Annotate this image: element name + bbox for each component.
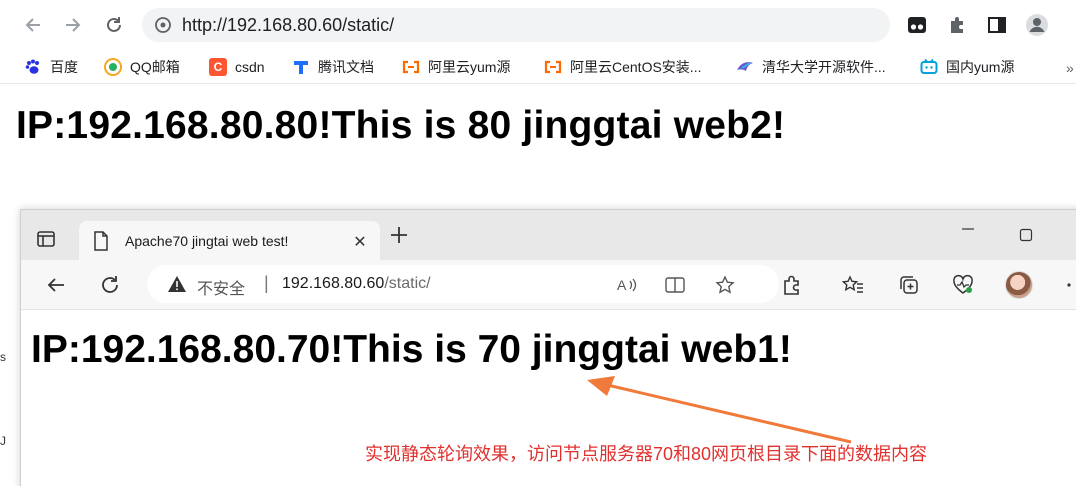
edge-toolbar: 不安全 | 192.168.80.60/static/ A: [21, 260, 1076, 310]
puzzle-icon: [784, 275, 799, 295]
aliyun-icon: [544, 58, 562, 76]
collections-button[interactable]: [896, 272, 922, 298]
tencent-docs-icon: [292, 58, 310, 76]
tab-strip: Apache70 jingtai web test! ✕: [21, 210, 1076, 261]
arrow-left-icon: [25, 18, 40, 32]
bookmark-label: 腾讯文档: [318, 59, 374, 75]
svg-text:A: A: [617, 277, 627, 293]
bookmark-item[interactable]: 百度: [24, 56, 78, 78]
glasses-icon: [908, 17, 926, 33]
reload-icon: [102, 276, 118, 293]
bookmark-label: 国内yum源: [946, 59, 1015, 75]
bilibili-tv-icon: [920, 58, 938, 76]
browser-essentials-button[interactable]: [950, 272, 976, 298]
warning-icon[interactable]: [167, 274, 187, 299]
bookmark-label: 百度: [50, 59, 78, 75]
page-heading: IP:192.168.80.70!This is 70 jinggtai web…: [31, 328, 792, 371]
address-bar[interactable]: 不安全 | 192.168.80.60/static/ A: [147, 265, 779, 303]
bookmarks-bar: 百度 QQ邮箱 C csdn 腾讯文档 阿里云yum源 阿里云CentOS安装.…: [0, 50, 1076, 84]
annotation-text: 实现静态轮询效果，访问节点服务器70和80网页根目录下面的数据内容: [365, 444, 928, 464]
star-icon[interactable]: [714, 274, 736, 296]
bookmark-label: csdn: [235, 59, 265, 75]
bookmark-item[interactable]: 阿里云yum源: [402, 56, 510, 78]
back-button[interactable]: [18, 10, 48, 40]
url-host: 192.168.80.60: [282, 275, 385, 292]
qq-mail-icon: [104, 58, 122, 76]
site-info-icon[interactable]: [146, 16, 180, 34]
edge-window: Apache70 jingtai web test! ✕ 不安全 | 192.1…: [20, 209, 1076, 486]
minimize-icon: [962, 228, 974, 230]
favorites-icon: [842, 275, 863, 293]
forward-button[interactable]: [58, 10, 88, 40]
bookmark-label: 阿里云CentOS安装...: [570, 59, 702, 75]
extension-button[interactable]: [902, 10, 932, 40]
left-edge-fragment: s: [0, 350, 6, 364]
side-panel-icon: [988, 17, 1006, 33]
plus-icon: [391, 227, 407, 243]
aliyun-icon: [402, 58, 420, 76]
reload-icon: [107, 17, 121, 32]
tab-actions-icon: [37, 231, 55, 247]
bookmarks-overflow-button[interactable]: »: [1066, 60, 1074, 76]
address-url[interactable]: http://192.168.80.60/static/: [182, 15, 394, 36]
tab-actions-button[interactable]: [35, 228, 57, 250]
favorites-button[interactable]: [840, 272, 866, 298]
side-panel-button[interactable]: [982, 10, 1012, 40]
read-aloud-icon[interactable]: A: [617, 274, 639, 296]
arrow-right-icon: [66, 18, 81, 32]
reload-button[interactable]: [99, 10, 129, 40]
url-path: /static/: [384, 275, 431, 292]
maximize-button[interactable]: [1019, 228, 1033, 245]
bookmark-item[interactable]: 清华大学开源软件...: [736, 56, 886, 78]
profile-avatar[interactable]: [1005, 271, 1033, 299]
extensions-menu-button[interactable]: [943, 10, 973, 40]
reload-button[interactable]: [97, 272, 123, 298]
close-icon[interactable]: ✕: [351, 232, 369, 252]
tab-title: Apache70 jingtai web test!: [125, 233, 289, 249]
heart-pulse-icon: [953, 274, 973, 294]
tsinghua-tuna-icon: [736, 58, 754, 76]
bookmark-label: QQ邮箱: [130, 59, 180, 75]
maximize-icon: [1019, 228, 1033, 242]
settings-more-button[interactable]: [1061, 272, 1076, 298]
bookmark-item[interactable]: 国内yum源: [920, 56, 1014, 78]
more-dots-icon: [1067, 283, 1071, 287]
annotation-arrow: [587, 376, 852, 444]
bookmark-item[interactable]: 阿里云CentOS安装...: [544, 56, 701, 78]
address-bar[interactable]: http://192.168.80.60/static/: [142, 8, 890, 42]
page-document-icon: [93, 231, 109, 256]
profile-button[interactable]: [1022, 10, 1052, 40]
profile-avatar-icon: [1026, 14, 1048, 36]
browser-tab[interactable]: Apache70 jingtai web test! ✕: [79, 221, 380, 261]
page-heading: IP:192.168.80.80!This is 80 jinggtai web…: [16, 104, 786, 147]
not-secure-label[interactable]: 不安全: [197, 275, 245, 299]
bookmark-item[interactable]: 腾讯文档: [292, 56, 374, 78]
address-url[interactable]: 192.168.80.60/static/: [282, 275, 431, 293]
extensions-button[interactable]: [779, 272, 805, 298]
chrome-toolbar: http://192.168.80.60/static/: [0, 0, 1076, 50]
bookmark-label: 清华大学开源软件...: [762, 59, 886, 75]
reader-view-icon[interactable]: [664, 274, 686, 296]
arrow-left-icon: [47, 278, 64, 292]
new-tab-button[interactable]: [389, 225, 409, 250]
puzzle-icon: [951, 17, 963, 33]
collections-icon: [900, 276, 918, 294]
bookmark-label: 阿里云yum源: [428, 59, 511, 75]
back-button[interactable]: [43, 272, 69, 298]
left-edge-fragment: J: [0, 434, 6, 448]
minimize-button[interactable]: [961, 222, 975, 239]
baidu-paw-icon: [24, 58, 42, 76]
bookmark-item[interactable]: QQ邮箱: [104, 56, 180, 78]
separator: |: [264, 273, 269, 293]
bookmark-item[interactable]: C csdn: [209, 56, 265, 78]
csdn-icon: C: [209, 58, 227, 76]
